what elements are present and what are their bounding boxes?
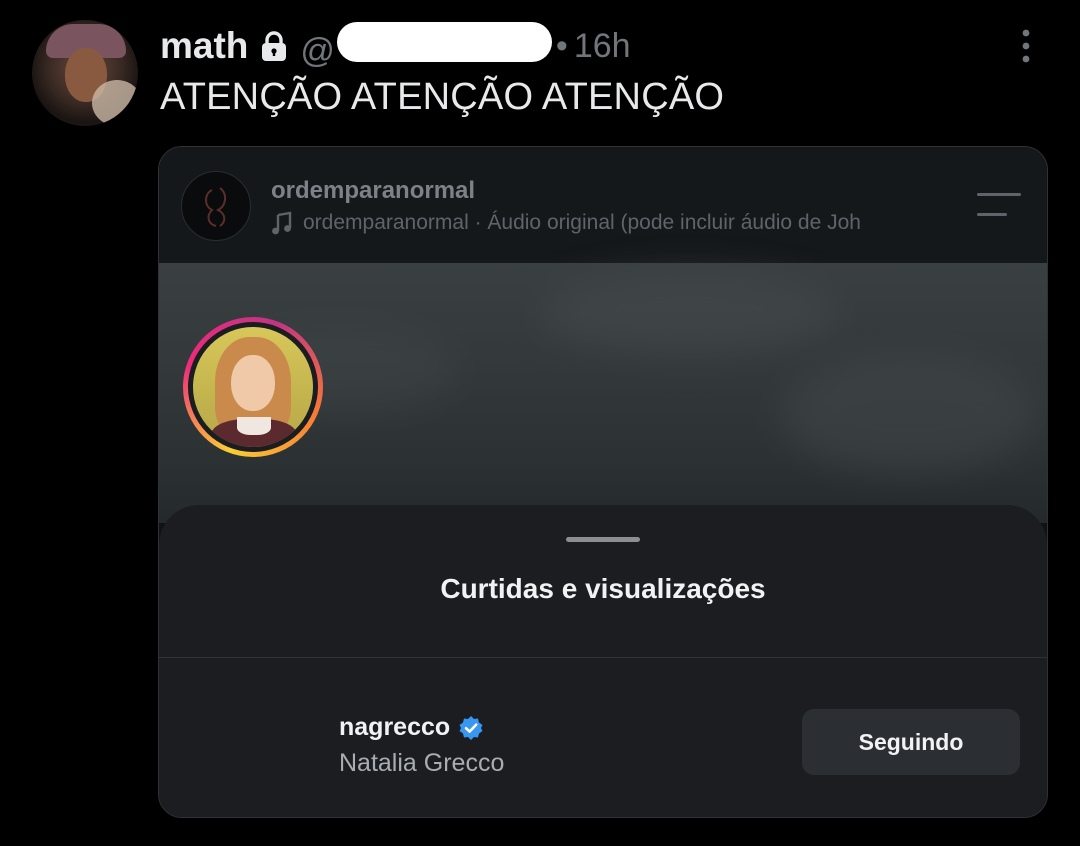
video-cloud: [539, 273, 839, 353]
media-card[interactable]: ordemparanormal ordemparanormal · Áudio …: [158, 146, 1048, 818]
liker-full-name: Natalia Grecco: [339, 749, 505, 777]
liker-username-text: nagrecco: [339, 713, 451, 741]
video-cloud: [779, 353, 1039, 473]
author-display-name[interactable]: math: [160, 25, 248, 67]
sheet-title: Curtidas e visualizações: [440, 573, 766, 604]
liker-avatar[interactable]: [183, 317, 323, 457]
reel-logo-icon: [205, 187, 226, 227]
handle-redaction: [336, 21, 552, 62]
page: math @ • 16h ATENÇÃO ATENÇÃO ATENÇÃO ord…: [0, 0, 1080, 846]
menu-icon: [977, 193, 1021, 216]
sheet-drag-handle[interactable]: [566, 537, 640, 542]
reel-username: ordemparanormal: [271, 177, 476, 204]
liker-username[interactable]: nagrecco: [339, 713, 484, 742]
following-button[interactable]: Seguindo: [802, 709, 1020, 775]
reel-header: ordemparanormal ordemparanormal · Áudio …: [159, 147, 1047, 263]
tweet-timestamp[interactable]: 16h: [574, 27, 631, 66]
music-icon: [272, 211, 292, 235]
verified-icon: [459, 715, 483, 740]
reel-audio-text: ordemparanormal · Áudio original (pode i…: [303, 211, 861, 234]
tweet-text: ATENÇÃO ATENÇÃO ATENÇÃO: [160, 76, 725, 118]
author-handle[interactable]: @: [300, 21, 556, 71]
photo-face: [231, 355, 275, 411]
sheet-divider: [159, 657, 1047, 658]
more-icon[interactable]: [1016, 28, 1036, 64]
reel-avatar: [181, 171, 251, 241]
photo-collar: [237, 417, 271, 435]
lock-icon: [262, 31, 287, 61]
tweet-author-row: math @ • 16h: [160, 21, 631, 71]
avatar-fur: [92, 80, 138, 126]
separator-dot: •: [555, 26, 568, 65]
reel-audio: ordemparanormal · Áudio original (pode i…: [271, 211, 861, 235]
liker-photo: [193, 327, 313, 447]
author-avatar[interactable]: [32, 20, 138, 126]
